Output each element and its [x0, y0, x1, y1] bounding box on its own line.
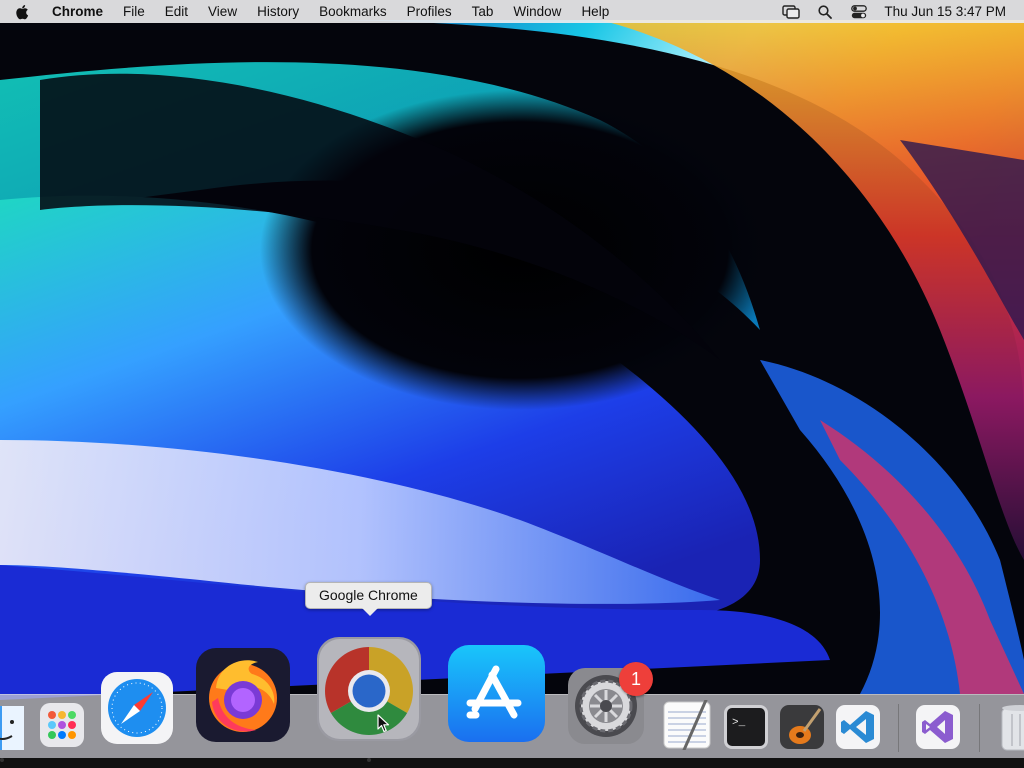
menu-history[interactable]: History [247, 0, 309, 23]
screen-mirror-button[interactable] [774, 4, 808, 19]
google-chrome-icon [317, 637, 421, 741]
dock-separator-trash [979, 704, 980, 752]
spotlight-search-icon [818, 4, 833, 19]
dock-chrome-running-dot [367, 758, 371, 762]
dock-tooltip-text: Google Chrome [319, 587, 418, 603]
dock-safari[interactable] [101, 672, 173, 744]
dock-terminal[interactable]: >_ [724, 705, 768, 749]
dock-visual-studio[interactable] [916, 705, 960, 749]
firefox-icon [196, 648, 290, 742]
vscode-icon [836, 705, 880, 749]
visual-studio-icon [916, 705, 960, 749]
menu-app-name[interactable]: Chrome [44, 0, 113, 23]
menu-window[interactable]: Window [503, 0, 571, 23]
spotlight-button[interactable] [808, 4, 842, 19]
dock-bottom-edge [0, 758, 1024, 768]
apple-logo-icon [16, 4, 29, 19]
dock-finder[interactable] [0, 706, 24, 750]
menu-view[interactable]: View [198, 0, 247, 23]
menu-bar: Chrome File Edit View History Bookmarks … [0, 0, 1024, 23]
menu-file[interactable]: File [113, 0, 155, 23]
textedit-icon [663, 700, 711, 750]
safari-icon [101, 672, 173, 744]
dock-separator [898, 704, 899, 752]
menu-profiles[interactable]: Profiles [397, 0, 462, 23]
control-center-button[interactable] [842, 4, 876, 19]
dock-tooltip: Google Chrome [305, 582, 432, 616]
screen-mirror-icon [782, 4, 801, 19]
dock-launchpad[interactable] [40, 703, 84, 747]
terminal-icon: >_ [724, 705, 768, 749]
dock-firefox[interactable] [196, 648, 290, 742]
launchpad-icon [40, 703, 84, 747]
menu-edit[interactable]: Edit [155, 0, 198, 23]
menu-bar-clock[interactable]: Thu Jun 15 3:47 PM [876, 4, 1024, 19]
menu-tab[interactable]: Tab [462, 0, 504, 23]
system-preferences-badge: 1 [619, 662, 653, 696]
dock-textedit[interactable] [662, 700, 712, 750]
menu-help[interactable]: Help [571, 0, 619, 23]
apple-menu[interactable] [0, 4, 44, 20]
trash-icon [1001, 705, 1024, 751]
dock-app-store[interactable] [448, 645, 545, 742]
dock-tooltip-arrow [362, 608, 378, 616]
svg-text:>_: >_ [732, 717, 746, 729]
app-store-icon [448, 645, 545, 742]
garageband-icon [780, 705, 824, 749]
dock-finder-running-dot [0, 758, 4, 762]
mouse-pointer-icon [377, 714, 390, 733]
dock-google-chrome[interactable] [317, 637, 421, 741]
dock-vscode[interactable] [836, 705, 880, 749]
dock-garageband[interactable] [780, 705, 824, 749]
control-center-icon [851, 4, 868, 18]
finder-icon [0, 706, 24, 750]
menu-bookmarks[interactable]: Bookmarks [309, 0, 397, 23]
dock-trash[interactable] [998, 702, 1024, 752]
